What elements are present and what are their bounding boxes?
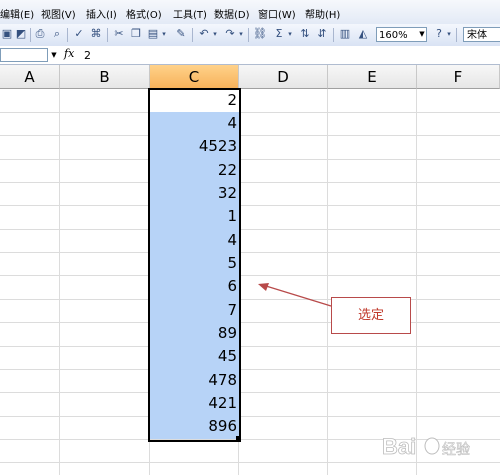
print-icon[interactable]: ⎙ [33,27,47,41]
grid-row-line [0,299,500,300]
baidu-watermark-logo: Bai 经验 [382,434,470,460]
redo-icon[interactable]: ↷ [223,27,237,41]
grid-row-line [0,369,500,370]
column-header-f[interactable]: F [417,65,500,89]
grid-row-line [0,346,500,347]
help-dropdown-icon[interactable]: ▾ [445,27,453,41]
column-header-b[interactable]: B [60,65,150,89]
toolbar-separator [456,28,457,42]
grid-row-line [0,229,500,230]
chart-wizard-icon[interactable]: ▥ [338,27,352,41]
menu-bar: 编辑(E) 视图(V) 插入(I) 格式(O) 工具(T) 数据(D) 窗口(W… [0,0,500,25]
fill-handle[interactable] [236,436,241,441]
toolbar-separator [333,28,334,42]
insert-function-icon[interactable]: fx [64,47,74,60]
name-box[interactable] [0,48,48,62]
grid-column-line [416,89,417,475]
toolbar-separator [67,28,68,42]
column-header-c[interactable]: C [150,65,239,89]
menu-format[interactable]: 格式(O) [126,6,162,21]
grid-row-line [0,112,500,113]
autosum-icon[interactable]: Σ [272,27,286,41]
grid-row-line [0,275,500,276]
arrow-line [265,285,332,307]
selection-border [148,88,241,442]
menu-view[interactable]: 视图(V) [41,6,76,21]
zoom-dropdown-icon[interactable]: ▼ [418,28,426,41]
svg-text:经验: 经验 [442,442,470,458]
grid-row-line [0,322,500,323]
menu-help[interactable]: 帮助(H) [305,6,340,21]
toolbar-separator [192,28,193,42]
sort-descending-icon[interactable]: ⇵ [315,27,329,41]
grid-row-line [0,135,500,136]
font-name-select[interactable]: 宋体 [463,27,500,42]
grid-row-line [0,392,500,393]
print-preview-icon[interactable]: ⌕ [50,27,64,41]
help-icon[interactable]: ? [432,27,446,41]
toolbar-separator [30,28,31,42]
grid-row-line [0,159,500,160]
menu-edit[interactable]: 编辑(E) [0,6,34,21]
annotation-callout: 选定 [331,297,411,334]
autosum-dropdown-icon[interactable]: ▾ [286,27,294,41]
formula-bar [0,46,500,65]
grid-row-line [0,252,500,253]
undo-icon[interactable]: ↶ [197,27,211,41]
toolbar-separator [248,28,249,42]
column-header-a[interactable]: A [0,65,60,89]
research-icon[interactable]: ⌘ [89,27,103,41]
grid-row-line [0,205,500,206]
save-icon[interactable]: ▣ [0,27,14,41]
redo-dropdown-icon[interactable]: ▾ [237,27,245,41]
format-painter-icon[interactable]: ✎ [174,27,188,41]
drawing-icon[interactable]: ◭ [356,27,370,41]
grid-column-line [327,89,328,475]
formula-input[interactable]: 2 [84,49,91,62]
grid-row-line [0,182,500,183]
undo-dropdown-icon[interactable]: ▾ [211,27,219,41]
hyperlink-icon[interactable]: ⛓ [253,27,267,41]
paste-dropdown-icon[interactable]: ▾ [160,27,168,41]
menu-window[interactable]: 窗口(W) [258,6,296,21]
cut-icon[interactable]: ✂ [112,27,126,41]
column-header-e[interactable]: E [328,65,417,89]
name-box-dropdown-icon[interactable]: ▼ [49,48,59,62]
grid-column-line [59,89,60,475]
grid-row-line [0,416,500,417]
spelling-icon[interactable]: ✓ [72,27,86,41]
svg-text:Bai: Bai [382,434,416,459]
column-header-d[interactable]: D [239,65,328,89]
menu-tools[interactable]: 工具(T) [173,6,207,21]
paste-icon[interactable]: ▤ [146,27,160,41]
copy-icon[interactable]: ❐ [129,27,143,41]
arrow-head [258,283,269,291]
permission-icon[interactable]: ◩ [14,27,28,41]
menu-insert[interactable]: 插入(I) [86,6,117,21]
menu-data[interactable]: 数据(D) [214,6,250,21]
sort-ascending-icon[interactable]: ⇅ [298,27,312,41]
toolbar-separator [107,28,108,42]
